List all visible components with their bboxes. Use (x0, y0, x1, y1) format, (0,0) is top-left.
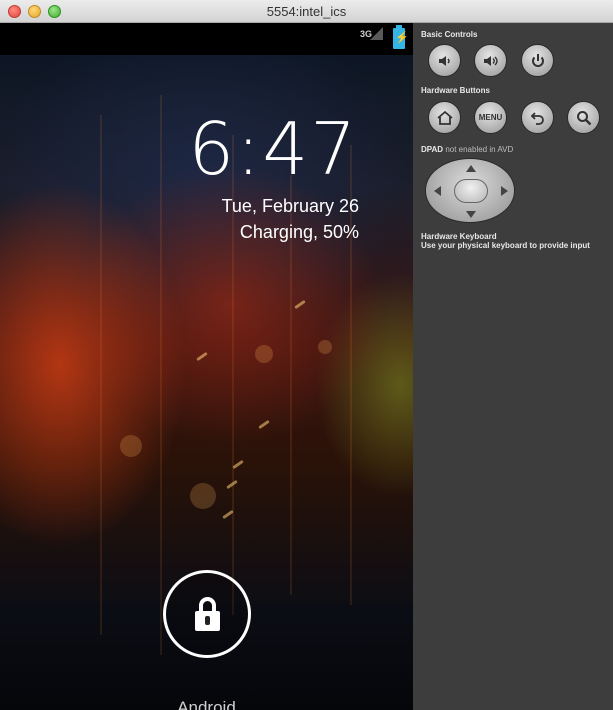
menu-button[interactable]: MENU (474, 101, 507, 134)
signal-strength-icon (370, 27, 383, 40)
search-button[interactable] (567, 101, 600, 134)
status-bar: 3G ⚡ (0, 23, 413, 55)
volume-down-button[interactable] (428, 44, 461, 77)
hardware-keyboard-note: Use your physical keyboard to provide in… (421, 241, 590, 250)
lockscreen-clock: 6:47 (188, 107, 358, 191)
power-button[interactable] (521, 44, 554, 77)
hardware-keyboard-label: Hardware Keyboard (421, 232, 497, 241)
back-icon (530, 111, 544, 125)
volume-up-icon (483, 55, 498, 66)
lock-icon (195, 611, 220, 631)
back-button[interactable] (521, 101, 554, 134)
home-icon (436, 110, 453, 125)
lockscreen-date: Tue, February 26 (221, 196, 359, 216)
dpad-left-icon (434, 186, 441, 196)
search-icon (576, 110, 591, 125)
dpad-up-icon (466, 165, 476, 172)
dpad-down-icon (466, 211, 476, 218)
home-button[interactable] (428, 101, 461, 134)
charging-status: Charging, 50% (239, 222, 359, 242)
dpad-note: not enabled in AVD (445, 145, 514, 154)
emulator-screen[interactable]: 3G ⚡ 6:47 Tue, February 26 Charging, 50%… (0, 23, 413, 710)
power-icon (531, 53, 544, 67)
battery-charging-icon: ⚡ (393, 25, 409, 49)
dpad-center-button[interactable] (454, 179, 488, 203)
volume-down-icon (438, 55, 450, 66)
window-title: 5554:intel_ics (266, 4, 347, 19)
dpad-control[interactable] (425, 158, 515, 223)
dpad-label: DPAD not enabled in AVD (421, 145, 514, 154)
basic-controls-label: Basic Controls (421, 30, 478, 39)
menu-button-label: MENU (478, 113, 503, 122)
emulator-control-panel: Basic Controls Hardware Buttons MENU DPA… (413, 23, 613, 710)
window-titlebar: 5554:intel_ics (0, 0, 613, 23)
hardware-buttons-label: Hardware Buttons (421, 86, 490, 95)
volume-up-button[interactable] (474, 44, 507, 77)
unlock-handle[interactable] (163, 570, 251, 658)
dpad-right-icon (501, 186, 508, 196)
carrier-label: Android (177, 698, 236, 710)
